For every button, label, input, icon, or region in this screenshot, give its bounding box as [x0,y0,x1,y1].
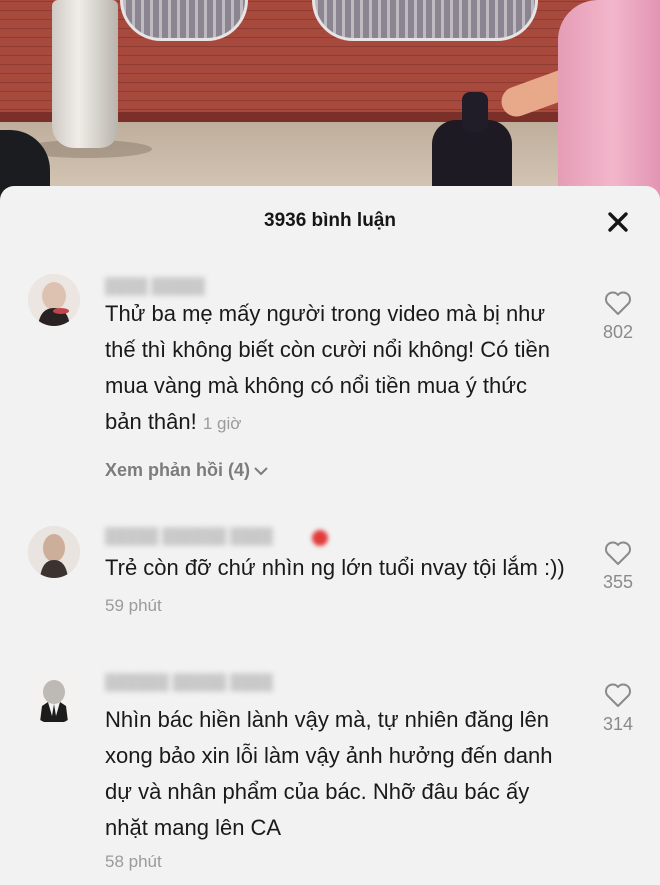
heart-outline-icon [605,541,631,565]
heart-outline-icon [605,683,631,707]
like-button[interactable]: 802 [590,290,646,343]
comment-body: Thử ba mẹ mấy người trong video mà bị nh… [105,301,550,434]
like-count: 314 [602,714,634,734]
comment-item: █████ ██████ ████ Trẻ còn đỡ chứ nhìn ng… [0,522,660,652]
comment-time: 1 giờ [202,414,242,433]
comments-count-title: 3936 bình luận [264,210,396,231]
comment-text: Trẻ còn đỡ chứ nhìn ng lớn tuổi nvay tội… [105,550,567,624]
gate-railing [312,0,538,41]
motorbike-handle [462,92,488,132]
comment-body: Trẻ còn đỡ chứ nhìn ng lớn tuổi nvay tội… [105,555,565,580]
tree-trunk [52,0,118,148]
video-background [0,0,660,200]
person [558,0,660,200]
comment-text: Nhìn bác hiền lành vậy mà, tự nhiên đăng… [105,702,567,880]
badge-icon [312,530,328,546]
comments-sheet: 3936 bình luận ████ █████ Thử ba mẹ mấy … [0,186,660,885]
view-replies-label: Xem phản hồi (4) [105,460,251,480]
like-count: 802 [602,322,634,342]
sheet-header: 3936 bình luận [0,186,660,256]
like-button[interactable]: 314 [590,682,646,735]
like-count: 355 [602,572,634,592]
heart-outline-icon [605,291,631,315]
comment-time: 58 phút [105,852,162,871]
comment-text: Thử ba mẹ mấy người trong video mà bị nh… [105,296,567,442]
username-blurred: ██████ █████ ████ [105,674,273,691]
comment-time: 59 phút [105,596,162,615]
comment-item: ██████ █████ ████ Nhìn bác hiền lành vậy… [0,668,660,878]
username-blurred: ████ █████ [105,278,205,295]
avatar[interactable] [28,274,80,326]
avatar[interactable] [28,526,80,578]
username-blurred: █████ ██████ ████ [105,528,273,545]
chevron-down-icon [254,467,268,476]
comment-item: ████ █████ Thử ba mẹ mấy người trong vid… [0,270,660,502]
close-icon[interactable] [600,204,636,240]
view-replies-button[interactable]: Xem phản hồi (4) [105,460,270,481]
avatar[interactable] [28,672,80,724]
comment-body: Nhìn bác hiền lành vậy mà, tự nhiên đăng… [105,707,553,840]
like-button[interactable]: 355 [590,540,646,593]
